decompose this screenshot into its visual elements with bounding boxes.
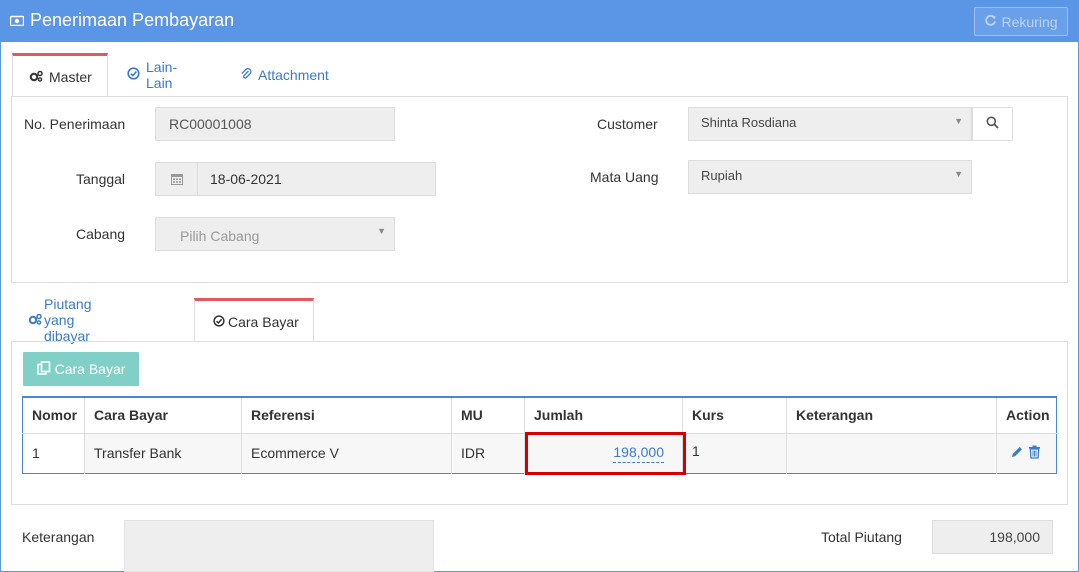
add-cara-bayar-button[interactable]: Cara Bayar — [23, 352, 139, 386]
customer-value: Shinta Rosdiana — [701, 115, 797, 130]
check-circle-icon — [213, 314, 225, 330]
tab-piutang[interactable]: Piutang yang dibayar — [28, 296, 92, 344]
cogs-icon — [28, 312, 42, 328]
tab-lain-lain[interactable]: Lain-Lain — [127, 53, 177, 97]
col-action: Action — [1006, 407, 1050, 424]
tab-master[interactable]: Master — [12, 53, 108, 97]
no-penerimaan-label: No. Penerimaan — [24, 116, 126, 132]
cell-referensi: Ecommerce V — [241, 432, 452, 473]
rekuring-button[interactable]: Rekuring — [974, 7, 1068, 36]
refresh-icon — [984, 14, 997, 30]
keterangan-textarea[interactable] — [124, 520, 434, 572]
tab-cara-bayar[interactable]: Cara Bayar — [194, 298, 314, 342]
highlight-box — [525, 432, 686, 475]
tanggal-field[interactable]: 18-06-2021 — [155, 162, 436, 196]
add-cara-bayar-label: Cara Bayar — [54, 361, 126, 377]
keterangan-label: Keterangan — [22, 529, 95, 545]
no-penerimaan-value: RC00001008 — [169, 116, 252, 132]
cogs-icon — [29, 69, 43, 85]
copy-icon — [36, 360, 51, 378]
cell-cara-bayar: Transfer Bank — [84, 432, 242, 473]
table-header-row: Nomor Cara Bayar Referensi MU Jumlah Kur… — [22, 397, 1057, 433]
camera-icon — [9, 10, 25, 31]
tab-master-label: Master — [49, 68, 92, 85]
cell-action — [996, 432, 1057, 473]
page-title: Penerimaan Pembayaran — [9, 10, 235, 31]
customer-select[interactable]: Shinta Rosdiana ▼ — [688, 107, 972, 141]
chevron-down-icon: ▼ — [954, 116, 963, 126]
tab-piutang-label: Piutang yang dibayar — [44, 296, 92, 344]
col-nomor[interactable]: Nomor — [22, 397, 85, 433]
calendar-icon[interactable] — [156, 163, 198, 195]
paperclip-icon — [240, 67, 252, 83]
page-header: Penerimaan Pembayaran Rekuring — [0, 0, 1079, 42]
mata-uang-select[interactable]: Rupiah ▼ — [688, 160, 972, 194]
chevron-down-icon: ▼ — [954, 169, 963, 179]
total-piutang-field: 198,000 — [932, 520, 1053, 554]
pencil-icon[interactable] — [1010, 446, 1028, 462]
rekuring-label: Rekuring — [1001, 13, 1058, 30]
col-jumlah[interactable]: Jumlah — [524, 397, 683, 433]
col-referensi[interactable]: Referensi — [241, 397, 452, 433]
total-piutang-value: 198,000 — [989, 529, 1040, 545]
col-kurs[interactable]: Kurs — [682, 397, 787, 433]
trash-icon[interactable] — [1028, 445, 1041, 462]
mata-uang-value: Rupiah — [701, 168, 743, 183]
search-icon — [986, 116, 999, 132]
cabang-label: Cabang — [76, 226, 126, 242]
total-piutang-label: Total Piutang — [821, 529, 902, 545]
tab-attachment-label: Attachment — [258, 67, 329, 83]
tanggal-label: Tanggal — [76, 171, 126, 187]
tab-attachment[interactable]: Attachment — [240, 53, 329, 97]
cabang-placeholder: Pilih Cabang — [180, 228, 260, 244]
col-mu[interactable]: MU — [451, 397, 525, 433]
chevron-down-icon: ▼ — [377, 226, 386, 236]
tab-lain-lain-label: Lain-Lain — [146, 59, 178, 91]
cell-nomor: 1 — [22, 432, 85, 473]
customer-label: Customer — [597, 116, 658, 132]
check-circle-icon — [127, 67, 140, 83]
tanggal-value: 18-06-2021 — [210, 171, 282, 187]
tab-cara-bayar-label: Cara Bayar — [228, 313, 299, 330]
mata-uang-label: Mata Uang — [590, 169, 659, 185]
cabang-select[interactable]: Pilih Cabang ▼ — [155, 217, 395, 251]
col-cara-bayar[interactable]: Cara Bayar — [84, 397, 242, 433]
cell-keterangan — [786, 432, 997, 473]
col-keterangan[interactable]: Keterangan — [786, 397, 997, 433]
page-title-text: Penerimaan Pembayaran — [30, 10, 235, 30]
no-penerimaan-field[interactable]: RC00001008 — [155, 107, 395, 141]
cell-mu: IDR — [451, 432, 525, 473]
cell-kurs: 1 — [682, 432, 787, 473]
customer-search-button[interactable] — [972, 107, 1013, 141]
